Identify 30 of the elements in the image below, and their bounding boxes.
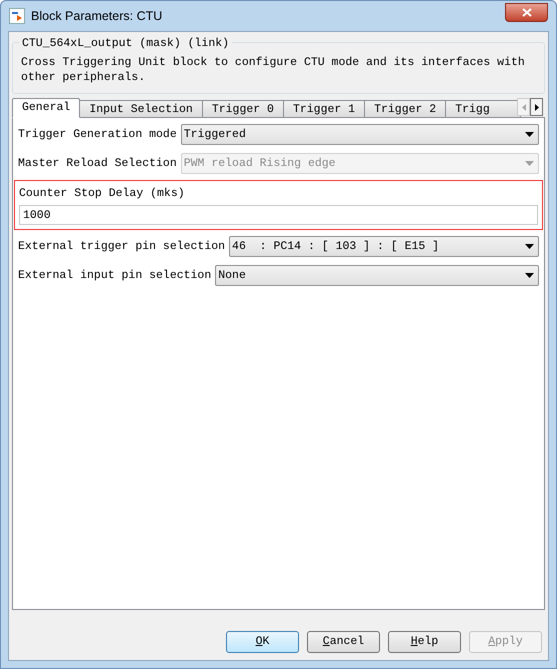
dialog-button[interactable]: Cancel xyxy=(307,631,380,653)
tab[interactable]: Trigger 0 xyxy=(202,100,284,118)
dropdown[interactable]: Triggered xyxy=(180,124,539,145)
caret-icon xyxy=(525,132,534,137)
dropdown[interactable]: 46 : PC14 : [ 103 ] : [ E15 ] xyxy=(229,236,539,258)
caret-icon xyxy=(525,273,534,278)
right-arrow-icon xyxy=(534,104,538,110)
window-title: Block Parameters: CTU xyxy=(31,8,162,25)
caret-icon xyxy=(525,161,534,166)
dialog-button[interactable]: OK xyxy=(226,631,299,653)
parameter-label: Master Reload Selection xyxy=(18,156,177,172)
dialog-button[interactable]: Help xyxy=(388,631,461,653)
block-icon xyxy=(9,8,25,24)
mask-description: Cross Triggering Unit block to configure CTU mode and its interfaces with other peripherals. xyxy=(21,55,526,85)
parameter-label: Trigger Generation mode xyxy=(18,126,177,143)
input-field[interactable]: 1000 xyxy=(19,205,538,226)
parameter-label: External trigger pin selection xyxy=(18,239,226,256)
tab[interactable]: Trigger 1 xyxy=(282,100,366,118)
close-button[interactable] xyxy=(505,2,548,22)
close-icon xyxy=(522,8,532,16)
tab[interactable]: Trigger 2 xyxy=(364,100,446,118)
tab[interactable]: Trigg xyxy=(445,100,521,118)
parameter-label: Counter Stop Delay (mks) xyxy=(19,186,186,202)
parameter-label: External input pin selection xyxy=(18,268,212,284)
tab[interactable]: Input Selection xyxy=(79,100,203,118)
tab[interactable]: General xyxy=(12,98,80,118)
dropdown[interactable]: None xyxy=(215,265,539,286)
caret-icon xyxy=(525,244,534,250)
scroll-right-button[interactable] xyxy=(530,98,543,116)
left-arrow-icon xyxy=(522,104,526,110)
